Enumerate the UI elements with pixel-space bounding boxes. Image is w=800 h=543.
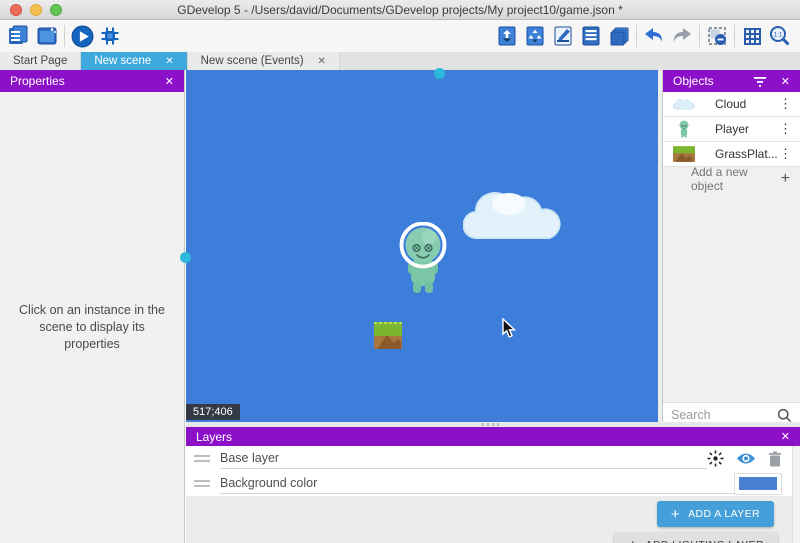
layers-editor-icon[interactable] bbox=[605, 23, 633, 49]
title-bar: GDevelop 5 - /Users/david/Documents/GDev… bbox=[0, 0, 800, 20]
more-options-icon[interactable]: ⋮ bbox=[777, 121, 794, 137]
tab-label: New scene (Events) bbox=[201, 55, 304, 67]
filter-icon[interactable] bbox=[753, 75, 767, 87]
preview-icon[interactable] bbox=[68, 23, 96, 49]
layers-header: Layers ✕ bbox=[186, 427, 800, 446]
main-toolbar: 1:1 bbox=[0, 20, 800, 52]
panel-resize-handle-left[interactable] bbox=[180, 252, 191, 263]
effects-icon[interactable] bbox=[707, 450, 724, 467]
add-object-label: Add a new object bbox=[691, 165, 781, 193]
object-label: GrassPlat... bbox=[715, 147, 777, 161]
close-icon[interactable]: ✕ bbox=[781, 430, 790, 443]
more-options-icon[interactable]: ⋮ bbox=[777, 146, 794, 162]
background-color-picker[interactable] bbox=[734, 473, 782, 495]
properties-panel: Properties ✕ Click on an instance in the… bbox=[0, 70, 185, 543]
scene-editor-canvas[interactable]: 517;406 bbox=[186, 70, 658, 422]
add-layer-label: ADD A LAYER bbox=[688, 508, 760, 520]
properties-icon[interactable] bbox=[549, 23, 577, 49]
tab-bar: Start Page New scene ✕ New scene (Events… bbox=[0, 52, 800, 70]
tab-label: New scene bbox=[94, 55, 151, 67]
grass-platform-thumbnail bbox=[673, 144, 695, 164]
gdevelop-window: GDevelop 5 - /Users/david/Documents/GDev… bbox=[0, 0, 800, 543]
object-row-cloud[interactable]: Cloud ⋮ bbox=[663, 92, 800, 117]
objects-header: Objects ✕ bbox=[663, 70, 800, 92]
trash-icon[interactable] bbox=[768, 451, 782, 467]
grass-platform-instance[interactable] bbox=[374, 322, 402, 349]
tab-label: Start Page bbox=[13, 55, 67, 67]
layers-panel: Layers ✕ + ADD A LAYER + ADD LIGHTI bbox=[186, 427, 800, 543]
objects-editor-icon[interactable] bbox=[493, 23, 521, 49]
tab-start-page[interactable]: Start Page bbox=[0, 52, 81, 70]
add-new-object-button[interactable]: Add a new object + bbox=[663, 167, 800, 191]
objects-panel: Objects ✕ Cloud ⋮ Player ⋮ GrassPlat... … bbox=[662, 70, 800, 427]
tab-new-scene[interactable]: New scene ✕ bbox=[81, 52, 187, 70]
resize-grip bbox=[482, 423, 500, 426]
properties-empty-message: Click on an instance in the scene to dis… bbox=[12, 302, 172, 353]
cloud-thumbnail bbox=[673, 94, 695, 114]
start-page-icon[interactable] bbox=[33, 23, 61, 49]
plus-icon: + bbox=[781, 170, 790, 188]
toolbar-left-group bbox=[0, 23, 124, 49]
layer-name-input[interactable] bbox=[220, 474, 734, 494]
properties-header: Properties ✕ bbox=[0, 70, 184, 92]
toolbar-separator bbox=[636, 25, 637, 47]
toolbar-separator bbox=[699, 25, 700, 47]
plus-icon: + bbox=[671, 506, 680, 523]
visibility-eye-icon[interactable] bbox=[736, 451, 756, 466]
object-label: Cloud bbox=[715, 97, 777, 111]
tab-new-scene-events[interactable]: New scene (Events) ✕ bbox=[188, 52, 340, 70]
layers-footer: + ADD A LAYER + ADD LIGHTING LAYER bbox=[186, 496, 792, 543]
zoom-icon[interactable]: 1:1 bbox=[766, 23, 794, 49]
object-label: Player bbox=[715, 122, 777, 136]
layer-row-base[interactable] bbox=[186, 446, 792, 471]
drag-handle-icon[interactable] bbox=[194, 480, 210, 487]
panel-resize-handle-top[interactable] bbox=[434, 68, 445, 79]
close-icon[interactable]: ✕ bbox=[781, 75, 790, 88]
layer-name-input[interactable] bbox=[220, 449, 707, 469]
toolbar-separator bbox=[64, 25, 65, 47]
player-instance[interactable] bbox=[398, 222, 448, 298]
object-row-player[interactable]: Player ⋮ bbox=[663, 117, 800, 142]
plus-icon: + bbox=[628, 537, 637, 543]
close-tab-icon[interactable]: ✕ bbox=[318, 56, 326, 67]
undo-icon[interactable] bbox=[640, 23, 668, 49]
layers-scrollbar[interactable] bbox=[792, 446, 800, 543]
close-icon[interactable]: ✕ bbox=[165, 75, 174, 88]
toolbar-right-group: 1:1 bbox=[493, 23, 800, 49]
mouse-cursor bbox=[502, 318, 517, 339]
grid-icon[interactable] bbox=[738, 23, 766, 49]
search-icon[interactable] bbox=[777, 408, 792, 423]
mask-icon[interactable] bbox=[703, 23, 731, 49]
add-lighting-layer-button[interactable]: + ADD LIGHTING LAYER bbox=[614, 532, 778, 543]
properties-title: Properties bbox=[10, 74, 65, 88]
objects-title: Objects bbox=[673, 74, 714, 88]
search-input[interactable] bbox=[671, 408, 777, 422]
project-manager-icon[interactable] bbox=[5, 23, 33, 49]
instances-list-icon[interactable] bbox=[577, 23, 605, 49]
cloud-instance[interactable] bbox=[463, 186, 563, 244]
cursor-coordinates-badge: 517;406 bbox=[186, 404, 240, 420]
toolbar-separator bbox=[734, 25, 735, 47]
add-lighting-layer-label: ADD LIGHTING LAYER bbox=[646, 539, 764, 543]
window-title: GDevelop 5 - /Users/david/Documents/GDev… bbox=[0, 0, 800, 20]
layer-row-background-color[interactable] bbox=[186, 471, 792, 496]
object-row-grassplatform[interactable]: GrassPlat... ⋮ bbox=[663, 142, 800, 167]
svg-text:1:1: 1:1 bbox=[773, 32, 782, 39]
objects-list: Cloud ⋮ Player ⋮ GrassPlat... ⋮ Add a ne… bbox=[663, 92, 800, 191]
layer-row-actions bbox=[707, 450, 792, 467]
more-options-icon[interactable]: ⋮ bbox=[777, 96, 794, 112]
layers-title: Layers bbox=[196, 430, 232, 444]
object-groups-icon[interactable] bbox=[521, 23, 549, 49]
close-tab-icon[interactable]: ✕ bbox=[165, 56, 173, 67]
player-thumbnail bbox=[673, 119, 695, 139]
redo-icon[interactable] bbox=[668, 23, 696, 49]
debug-icon[interactable] bbox=[96, 23, 124, 49]
drag-handle-icon[interactable] bbox=[194, 455, 210, 462]
add-layer-button[interactable]: + ADD A LAYER bbox=[657, 501, 774, 527]
color-swatch bbox=[739, 477, 777, 490]
